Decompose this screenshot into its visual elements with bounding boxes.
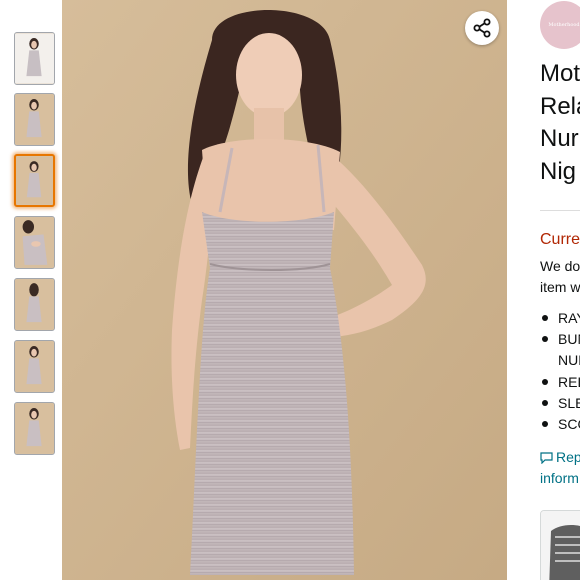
- feature-text: NUR: [558, 352, 580, 369]
- bullet-dot: [542, 399, 548, 406]
- bullet-dot: [542, 421, 548, 428]
- feature-text: BUN: [558, 331, 580, 348]
- thumbnail-image: [15, 33, 54, 84]
- feature-bullet: REL: [540, 372, 580, 393]
- comment-icon: [540, 451, 553, 464]
- availability-text: We do item w: [540, 256, 580, 298]
- title-line: Nig: [540, 157, 577, 185]
- report-link[interactable]: Rep inform: [540, 447, 580, 489]
- bullet-dot: [542, 315, 548, 321]
- main-product-image[interactable]: [62, 0, 507, 580]
- thumbnail-image: [15, 94, 54, 145]
- feature-bullet: RAY: [540, 308, 580, 329]
- thumbnail-3[interactable]: [14, 154, 55, 207]
- title-line: Mot: [540, 60, 580, 87]
- bullet-dot: [542, 336, 548, 343]
- feature-bullet-continuation: NUR: [540, 350, 580, 371]
- thumbnail-7[interactable]: [14, 402, 55, 455]
- feature-text: RAY: [558, 310, 580, 326]
- thumbnail-2[interactable]: [14, 93, 55, 146]
- product-title: Mot Rela Nur Nig: [540, 58, 580, 188]
- thumbnail-1[interactable]: [14, 32, 55, 85]
- report-line: Rep: [540, 447, 580, 468]
- thumbnail-image: [15, 279, 54, 330]
- thumbnail-4[interactable]: [14, 216, 55, 269]
- divider: [540, 210, 580, 211]
- thumbnail-image: [15, 217, 54, 268]
- bullet-dot: [542, 378, 548, 385]
- feature-text: SCO: [558, 416, 580, 433]
- feature-bullet: BUN: [540, 329, 580, 350]
- title-line: Rela: [540, 92, 580, 120]
- thumbnail-image: [15, 341, 54, 392]
- feature-text: SLE: [558, 394, 580, 411]
- title-line: Nur: [540, 125, 579, 152]
- availability-line: item w: [540, 279, 580, 295]
- report-text-continuation: inform: [540, 470, 579, 486]
- brand-logo-text: Motherhood: [548, 22, 580, 28]
- share-icon: [473, 18, 491, 38]
- product-info-panel: Motherhood Mot Rela Nur Nig Curre We do …: [507, 0, 580, 580]
- brand-logo[interactable]: Motherhood: [540, 1, 580, 49]
- thumbnail-5[interactable]: [14, 278, 55, 331]
- availability-line: We do: [540, 258, 580, 274]
- share-button[interactable]: [465, 11, 499, 45]
- thumbnail-image: [16, 156, 53, 205]
- availability-status: Curre: [540, 231, 580, 248]
- feature-text: REL: [558, 373, 580, 390]
- product-photo: [62, 0, 507, 580]
- feature-bullet: SLE: [540, 393, 580, 414]
- feature-bullets: RAY BUN NUR REL SLE SCO: [540, 308, 580, 435]
- thumbnail-image: [15, 403, 54, 454]
- feature-bullet: SCO: [540, 414, 580, 435]
- thumbnail-6[interactable]: [14, 340, 55, 393]
- related-product-image: [541, 511, 580, 580]
- related-product-card[interactable]: [540, 510, 580, 580]
- report-text: Rep: [556, 449, 580, 465]
